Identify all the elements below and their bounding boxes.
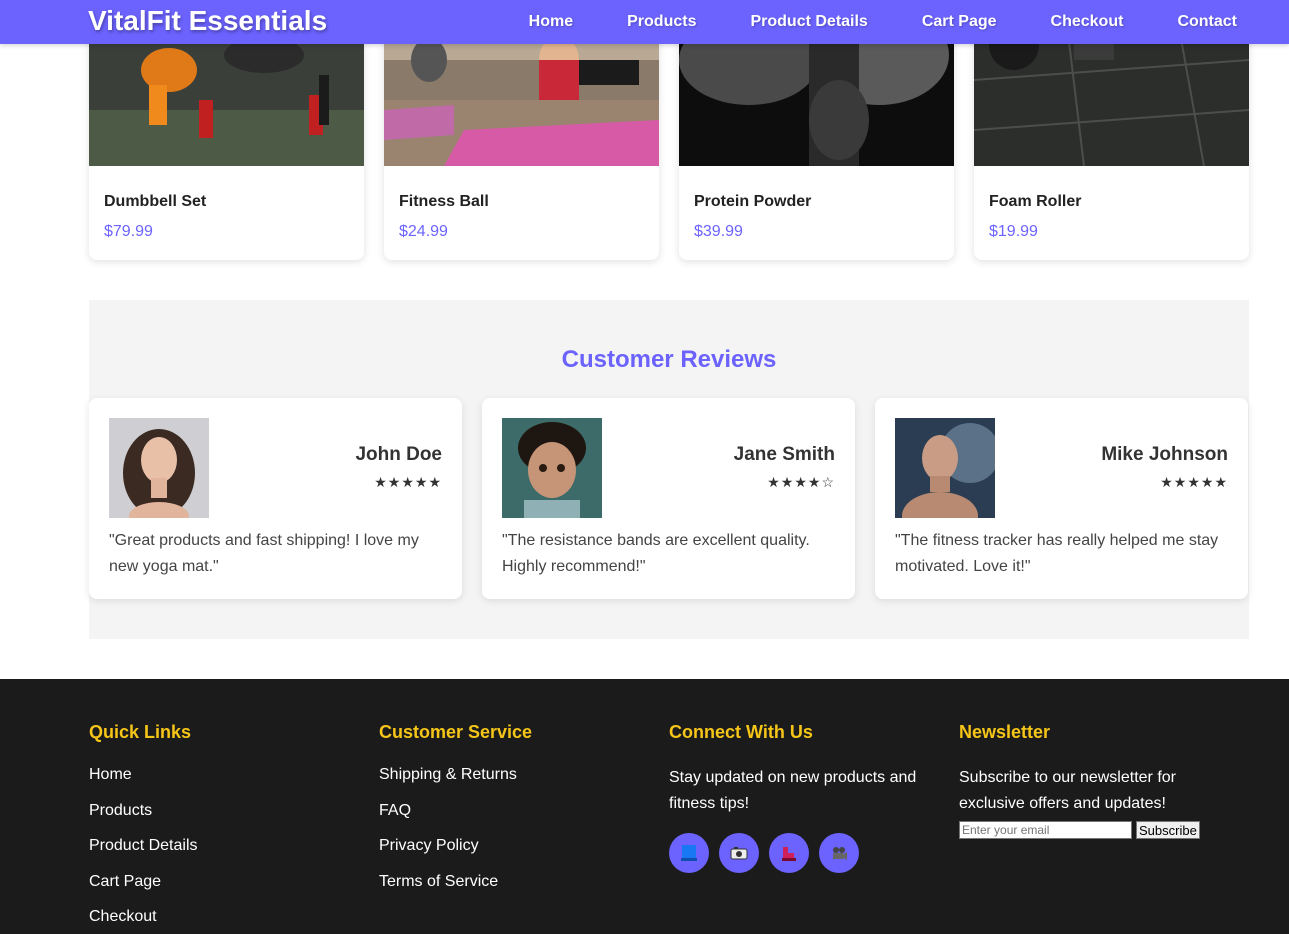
product-name[interactable]: Fitness Ball — [399, 193, 489, 211]
product-price: $24.99 — [399, 223, 448, 240]
footer-link-terms-of-service[interactable]: Terms of Service — [379, 872, 649, 908]
rating-stars: ★★★★★ — [1160, 474, 1228, 490]
product-price: $39.99 — [694, 223, 743, 240]
subscribe-button[interactable]: Subscribe — [1136, 821, 1200, 839]
footer-customer-service: Customer Service Shipping & Returns FAQ … — [379, 722, 649, 907]
footer-link-privacy-policy[interactable]: Privacy Policy — [379, 836, 649, 872]
footer-quick-links: Quick Links Home Products Product Detail… — [89, 722, 359, 934]
footer-link-product-details[interactable]: Product Details — [89, 836, 359, 872]
reviewer-avatar — [109, 418, 209, 518]
reviewer-name: Mike Johnson — [1101, 444, 1228, 465]
product-name[interactable]: Dumbbell Set — [104, 193, 206, 211]
youtube-icon[interactable] — [819, 833, 859, 873]
nav-cart-page[interactable]: Cart Page — [922, 13, 997, 31]
footer-newsletter: Newsletter Subscribe to our newsletter f… — [959, 722, 1229, 839]
product-name[interactable]: Protein Powder — [694, 193, 811, 211]
facebook-icon[interactable] — [669, 833, 709, 873]
reviewer-name: Jane Smith — [733, 444, 835, 465]
footer-link-shipping-returns[interactable]: Shipping & Returns — [379, 765, 649, 801]
site-footer: Quick Links Home Products Product Detail… — [0, 679, 1289, 934]
reviewer-name: John Doe — [355, 444, 442, 465]
footer-heading: Quick Links — [89, 722, 192, 742]
footer-link-cart-page[interactable]: Cart Page — [89, 872, 359, 908]
review-text: "Great products and fast shipping! I lov… — [109, 532, 419, 575]
review-text: "The fitness tracker has really helped m… — [895, 532, 1219, 575]
newsletter-email-input[interactable] — [959, 821, 1132, 839]
newsletter-text: Subscribe to our newsletter for exclusiv… — [959, 769, 1176, 812]
nav-products[interactable]: Products — [627, 13, 696, 31]
site-logo[interactable]: VitalFit Essentials — [88, 5, 327, 37]
review-card: John Doe ★★★★★ "Great products and fast … — [89, 398, 462, 599]
nav-contact[interactable]: Contact — [1177, 13, 1237, 31]
footer-link-faq[interactable]: FAQ — [379, 801, 649, 837]
review-card: Mike Johnson ★★★★★ "The fitness tracker … — [875, 398, 1248, 599]
nav-checkout[interactable]: Checkout — [1051, 13, 1124, 31]
main-nav: Home Products Product Details Cart Page … — [475, 0, 1237, 44]
reviews-heading: Customer Reviews — [561, 346, 777, 373]
site-header: VitalFit Essentials Home Products Produc… — [0, 0, 1289, 44]
newsletter-form: Subscribe — [959, 821, 1229, 839]
nav-product-details[interactable]: Product Details — [750, 13, 867, 31]
footer-link-checkout[interactable]: Checkout — [89, 907, 359, 934]
product-price: $19.99 — [989, 223, 1038, 240]
footer-heading: Newsletter — [959, 722, 1051, 742]
footer-link-home[interactable]: Home — [89, 765, 359, 801]
product-price: $79.99 — [104, 223, 153, 240]
instagram-icon[interactable] — [719, 833, 759, 873]
review-card: Jane Smith ★★★★☆ "The resistance bands a… — [482, 398, 855, 599]
footer-link-products[interactable]: Products — [89, 801, 359, 837]
twitter-icon[interactable] — [769, 833, 809, 873]
nav-home[interactable]: Home — [529, 13, 573, 31]
reviewer-avatar — [502, 418, 602, 518]
footer-heading: Customer Service — [379, 722, 533, 742]
social-icons — [669, 833, 939, 873]
footer-heading: Connect With Us — [669, 722, 813, 742]
footer-connect: Connect With Us Stay updated on new prod… — [669, 722, 939, 873]
review-text: "The resistance bands are excellent qual… — [502, 532, 810, 575]
product-name[interactable]: Foam Roller — [989, 193, 1081, 211]
connect-text: Stay updated on new products and fitness… — [669, 769, 917, 812]
reviewer-avatar — [895, 418, 995, 518]
rating-stars: ★★★★★ — [374, 474, 442, 490]
rating-stars: ★★★★☆ — [767, 474, 835, 490]
customer-reviews-section: Customer Reviews John Doe ★★★★★ "Great p… — [89, 300, 1249, 639]
